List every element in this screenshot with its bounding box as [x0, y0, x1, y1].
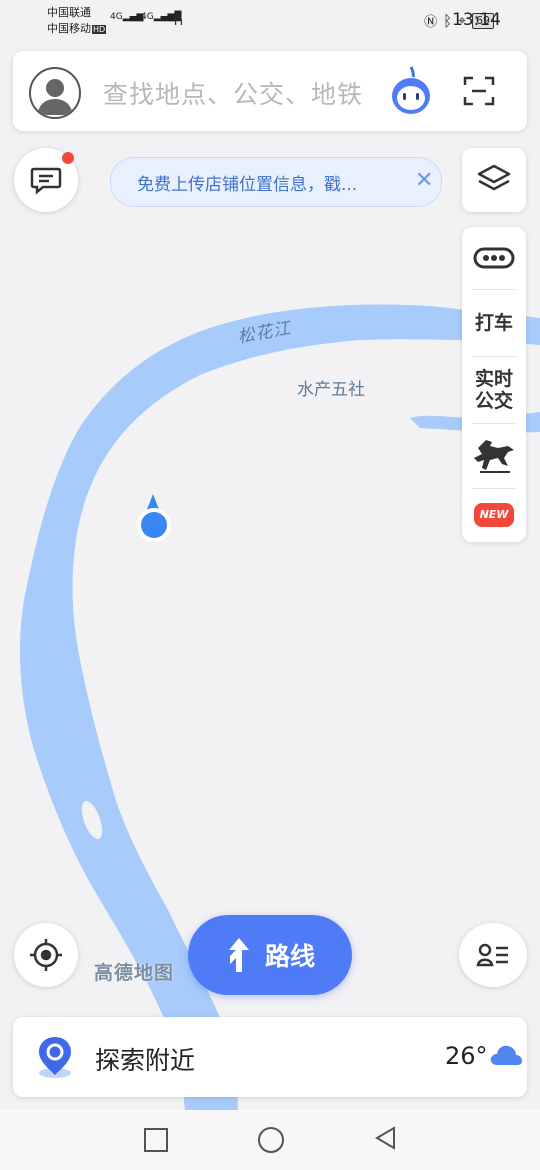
carrier-label-1: 中国联通: [47, 6, 91, 19]
scan-icon[interactable]: [463, 75, 495, 107]
route-label: 路线: [264, 942, 315, 971]
bus-label-2: 公交: [474, 390, 513, 412]
side-toolbar: 打车 实时 公交 NEW: [462, 227, 526, 542]
headphones-icon: ∩: [173, 11, 184, 29]
unread-dot: [62, 152, 74, 164]
notice-text[interactable]: 免费上传店铺位置信息，戳...: [137, 170, 357, 195]
realtime-bus-button[interactable]: 实时 公交: [462, 357, 526, 423]
clock: 13:14: [452, 10, 501, 30]
route-button[interactable]: 路线: [188, 915, 352, 995]
nfc-icon: Ⓝ: [424, 15, 438, 30]
new-badge: NEW: [473, 503, 515, 527]
taxi-label: 打车: [474, 312, 513, 334]
explore-nearby-panel[interactable]: 探索附近 26°: [13, 1017, 527, 1097]
temperature-label: 26°: [445, 1042, 488, 1070]
taxi-button[interactable]: 打车: [462, 290, 526, 356]
new-feature-button[interactable]: NEW: [462, 489, 526, 541]
horse-icon: [474, 440, 514, 473]
close-icon[interactable]: ✕: [415, 168, 433, 193]
layers-button[interactable]: [462, 148, 526, 212]
horse-button[interactable]: [462, 424, 526, 488]
upload-store-notice[interactable]: 免费上传店铺位置信息，戳... ✕: [110, 157, 442, 207]
cloud-icon: [489, 1043, 523, 1071]
search-bar[interactable]: 查找地点、公交、地铁: [13, 51, 527, 131]
chat-icon: [30, 167, 62, 195]
locate-button[interactable]: [14, 923, 78, 987]
carrier-label-2: 中国移动 HD: [47, 22, 107, 35]
contact-list-icon: [476, 943, 508, 967]
home-button[interactable]: [258, 1127, 284, 1153]
avatar[interactable]: [29, 67, 81, 119]
back-button[interactable]: [374, 1126, 396, 1154]
hd-badge: HD: [92, 25, 107, 34]
explore-label: 探索附近: [95, 1046, 196, 1075]
search-input[interactable]: 查找地点、公交、地铁: [103, 75, 363, 111]
more-icon: [473, 247, 515, 269]
brand-watermark: 高德地图: [94, 962, 175, 984]
crosshair-icon: [30, 939, 62, 971]
system-nav-bar: [0, 1110, 540, 1170]
back-icon: [375, 1126, 395, 1150]
more-tools-button[interactable]: [462, 227, 526, 289]
explore-pin-icon: [35, 1035, 75, 1079]
route-arrow-icon: [228, 938, 249, 972]
message-button[interactable]: [14, 148, 78, 212]
bluetooth-icon: ᛒ: [443, 11, 453, 30]
recent-apps-button[interactable]: [144, 1128, 168, 1152]
signal-icon: 4G▂▄▆: [110, 12, 144, 22]
my-list-button[interactable]: [459, 923, 527, 987]
status-bar: 中国联通 中国移动 HD 4G▂▄▆ 4G▂▄▆█ ∩ Ⓝ ᛒ ⌖ 69 13:1…: [0, 0, 540, 44]
bus-label-1: 实时: [474, 368, 513, 390]
layers-icon: [477, 164, 511, 191]
place-label[interactable]: 水产五社: [297, 375, 365, 400]
assistant-icon[interactable]: [389, 65, 433, 117]
